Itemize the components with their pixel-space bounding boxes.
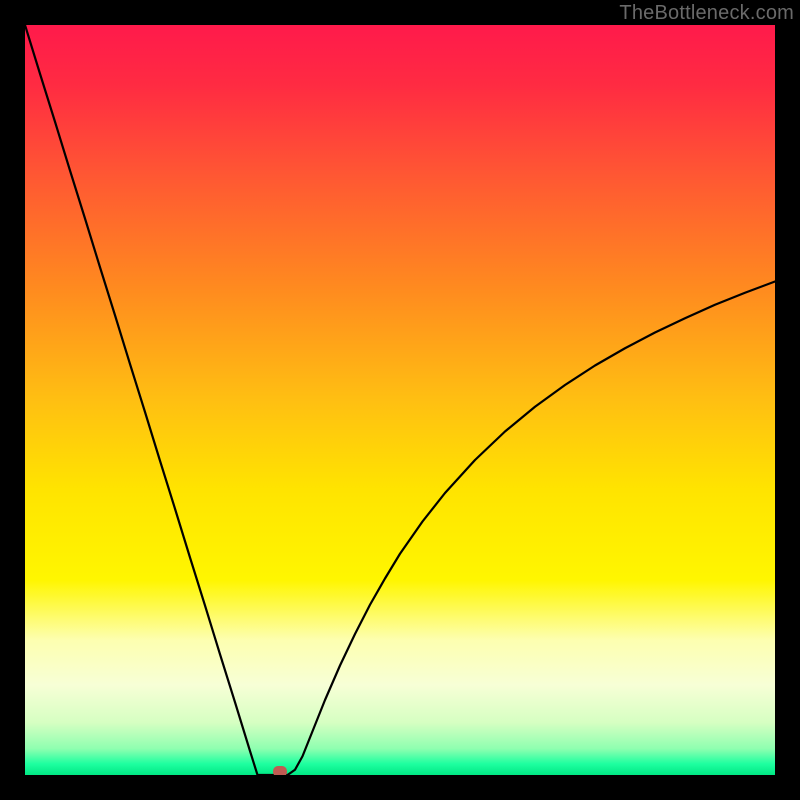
chart-frame: TheBottleneck.com [0,0,800,800]
plot-area [25,25,775,775]
watermark-text: TheBottleneck.com [619,2,794,25]
optimal-point-marker [273,766,287,775]
bottleneck-curve [25,25,775,775]
